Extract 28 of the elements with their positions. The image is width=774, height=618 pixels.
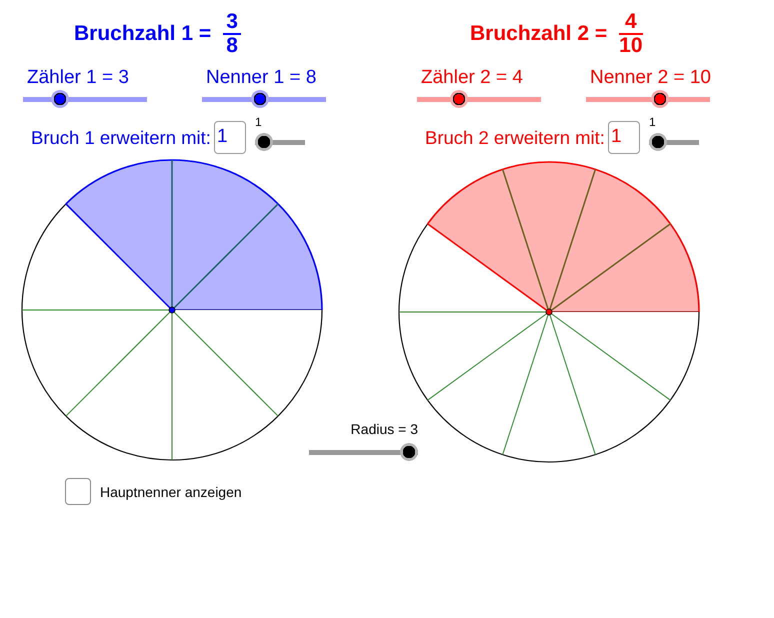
fraction-denominator: 10: [619, 36, 642, 56]
center-dot-icon: [168, 306, 176, 314]
fraction-numerator: 4: [624, 12, 637, 32]
slider-label: Nenner 1 = 8: [206, 67, 318, 89]
slider-thumb[interactable]: [450, 90, 468, 108]
slider-label: Zähler 2 = 4: [421, 67, 524, 89]
slider-thumb[interactable]: [650, 90, 669, 108]
fraction-title: Bruchzahl 2 =: [470, 21, 608, 47]
slider-thumb[interactable]: [50, 90, 69, 108]
extend-label: Bruch 1 erweitern mit:: [31, 126, 211, 148]
number-field[interactable]: 1: [608, 121, 640, 154]
slider-label: Nenner 2 = 10: [590, 67, 711, 89]
fraction-denominator: 8: [226, 36, 238, 56]
slider-label: Radius = 3: [350, 420, 418, 438]
slider-value: 1: [254, 115, 263, 129]
slider-thumb[interactable]: [250, 90, 269, 108]
extend-label: Bruch 2 erweitern mit:: [425, 126, 605, 148]
checkbox[interactable]: [65, 478, 91, 505]
slider-value: 1: [648, 115, 657, 129]
slider-thumb[interactable]: [400, 443, 418, 461]
slider-thumb[interactable]: [648, 133, 667, 151]
fraction-numerator: 3: [226, 12, 238, 32]
slider-thumb[interactable]: [254, 133, 273, 151]
center-dot-icon: [546, 308, 552, 316]
number-field[interactable]: 1: [214, 121, 246, 154]
checkbox-label[interactable]: Hauptnenner anzeigen: [100, 482, 242, 500]
slider-label: Zähler 1 = 3: [27, 67, 130, 89]
fraction-title: Bruchzahl 1 =: [74, 21, 212, 47]
